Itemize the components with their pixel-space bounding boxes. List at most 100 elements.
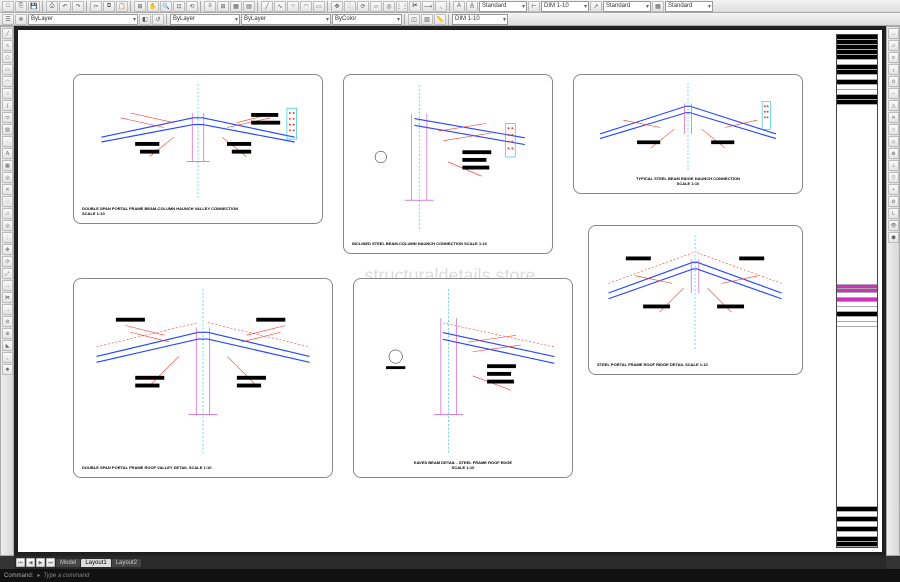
tab-layout1[interactable]: Layout1 — [81, 559, 110, 567]
redo-icon[interactable]: ↷ — [72, 1, 84, 12]
rail-table-icon[interactable]: ▦ — [2, 160, 13, 171]
command-input[interactable]: Type a command — [43, 573, 89, 579]
dim-style-dropdown[interactable]: DIM 1-10 — [541, 1, 589, 12]
rail-line-icon[interactable]: ╱ — [2, 28, 13, 39]
rail-perp-icon[interactable]: ⊥ — [888, 160, 899, 171]
rail-node-icon[interactable]: • — [888, 184, 899, 195]
zoom-window-icon[interactable]: ⊡ — [173, 1, 185, 12]
rail-hatch-icon[interactable]: ▨ — [2, 124, 13, 135]
measure-icon[interactable]: 📏 — [434, 14, 446, 25]
tab-nav-next-icon[interactable]: ▶ — [36, 558, 45, 567]
table-icon[interactable]: ▦ — [652, 1, 664, 12]
rail-ucs-icon[interactable]: L — [888, 208, 899, 219]
rail-poly-icon[interactable]: ⬠ — [2, 52, 13, 63]
color-dropdown[interactable]: ByLayer — [170, 14, 240, 25]
tab-nav-first-icon[interactable]: ⏮ — [16, 558, 25, 567]
array-icon[interactable]: ⋮⋮ — [396, 1, 408, 12]
move-icon[interactable]: ✥ — [331, 1, 343, 12]
rail-region-icon[interactable]: ◎ — [2, 172, 13, 183]
rail-none-icon[interactable]: ⊘ — [888, 196, 899, 207]
rail-near-icon[interactable]: ▽ — [888, 172, 899, 183]
rotate-icon[interactable]: ⟳ — [357, 1, 369, 12]
layer-props-icon[interactable]: ☰ — [2, 14, 14, 25]
style3-dropdown[interactable]: Standard — [665, 1, 713, 12]
mirror-icon[interactable]: ▱ — [370, 1, 382, 12]
rail-osnap-icon[interactable]: ⊙ — [888, 76, 899, 87]
rail-trim-icon[interactable]: ✀ — [2, 292, 13, 303]
rail-list-icon[interactable]: ≡ — [888, 52, 899, 63]
rail-fillet-icon[interactable]: ◟ — [2, 352, 13, 363]
rail-rect-icon[interactable]: ▭ — [2, 64, 13, 75]
design-center-icon[interactable]: ⊞ — [217, 1, 229, 12]
rail-int-icon[interactable]: ✕ — [888, 112, 899, 123]
text-A-icon[interactable]: A — [453, 1, 465, 12]
rail-mirror-icon[interactable]: ▱ — [2, 208, 13, 219]
drawing-canvas[interactable]: structuraldetails store ready made solut… — [14, 26, 886, 556]
rail-point-icon[interactable]: · — [2, 136, 13, 147]
sheet-set-icon[interactable]: ▤ — [243, 1, 255, 12]
undo-icon[interactable]: ↶ — [59, 1, 71, 12]
trim-icon[interactable]: ✀ — [409, 1, 421, 12]
fillet-icon[interactable]: ◟ — [435, 1, 447, 12]
style2-dropdown[interactable]: Standard — [603, 1, 651, 12]
rail-chamfer-icon[interactable]: ◣ — [2, 340, 13, 351]
rail-rotate-icon[interactable]: ⟳ — [2, 256, 13, 267]
rail-scale-icon[interactable]: ⤢ — [2, 268, 13, 279]
rail-mid-icon[interactable]: △ — [888, 100, 899, 111]
layer-iso-icon[interactable]: ◧ — [139, 14, 151, 25]
linetype-dropdown[interactable]: ByLayer — [241, 14, 331, 25]
dim2-dropdown[interactable]: DIM 1-10 — [452, 14, 508, 25]
pline-icon[interactable]: ∿ — [274, 1, 286, 12]
pan-icon[interactable]: ✋ — [147, 1, 159, 12]
tab-nav-prev-icon[interactable]: ◀ — [26, 558, 35, 567]
rail-text-icon[interactable]: A — [2, 148, 13, 159]
extend-icon[interactable]: ⟶ — [422, 1, 434, 12]
cut-icon[interactable]: ✂ — [90, 1, 102, 12]
rail-stretch-icon[interactable]: ↔ — [2, 280, 13, 291]
tool-palette-icon[interactable]: ▦ — [230, 1, 242, 12]
rail-end-icon[interactable]: ◽ — [888, 88, 899, 99]
rail-join-icon[interactable]: ⊕ — [2, 328, 13, 339]
offset-icon[interactable]: ◎ — [383, 1, 395, 12]
rail-erase-icon[interactable]: ✕ — [2, 184, 13, 195]
save-icon[interactable]: 💾 — [28, 1, 40, 12]
zoom-icon[interactable]: 🔍 — [160, 1, 172, 12]
line-icon[interactable]: ╱ — [261, 1, 273, 12]
rail-copy-icon[interactable]: ⿻ — [2, 196, 13, 207]
mtext-icon[interactable]: A̲ — [466, 1, 478, 12]
tab-model[interactable]: Model — [56, 559, 80, 567]
rail-3d-icon[interactable]: ⬢ — [888, 232, 899, 243]
rail-move-icon[interactable]: ✥ — [2, 244, 13, 255]
rail-dist-icon[interactable]: ↔ — [888, 28, 899, 39]
layer-freeze-icon[interactable]: ❄ — [15, 14, 27, 25]
rail-circle-icon[interactable]: ○ — [2, 88, 13, 99]
copy2-icon[interactable]: ⿻ — [344, 1, 356, 12]
props-icon[interactable]: ≡ — [204, 1, 216, 12]
text-style-dropdown[interactable]: Standard — [479, 1, 527, 12]
rail-id-icon[interactable]: ¡ — [888, 64, 899, 75]
zoom-prev-icon[interactable]: ⟲ — [186, 1, 198, 12]
circle-icon[interactable]: ○ — [287, 1, 299, 12]
print-icon[interactable]: ⎙ — [46, 1, 58, 12]
layer-prev-icon[interactable]: ↺ — [152, 14, 164, 25]
rail-spline-icon[interactable]: ∫ — [2, 100, 13, 111]
rail-tan-icon[interactable]: ⊗ — [888, 148, 899, 159]
rail-explode-icon[interactable]: ✹ — [2, 364, 13, 375]
tab-nav-last-icon[interactable]: ⏭ — [46, 558, 55, 567]
hatch-icon[interactable]: ▨ — [421, 14, 433, 25]
match-icon[interactable]: ⊞ — [134, 1, 146, 12]
rail-ellipse-icon[interactable]: ⬭ — [2, 112, 13, 123]
tab-layout2[interactable]: Layout2 — [112, 559, 141, 567]
layer-dropdown[interactable]: ByLayer — [28, 14, 138, 25]
rail-cen-icon[interactable]: ○ — [888, 124, 899, 135]
rail-quad-icon[interactable]: ◇ — [888, 136, 899, 147]
arc-icon[interactable]: ◠ — [300, 1, 312, 12]
rail-arc-icon[interactable]: ◠ — [2, 76, 13, 87]
rail-view-icon[interactable]: 👁 — [888, 220, 899, 231]
new-icon[interactable]: □ — [2, 1, 14, 12]
rect-icon[interactable]: ▭ — [313, 1, 325, 12]
lineweight-dropdown[interactable]: ByColor — [332, 14, 402, 25]
leader-icon[interactable]: ↗ — [590, 1, 602, 12]
rail-offset-icon[interactable]: ◎ — [2, 220, 13, 231]
rail-area-icon[interactable]: ▱ — [888, 40, 899, 51]
